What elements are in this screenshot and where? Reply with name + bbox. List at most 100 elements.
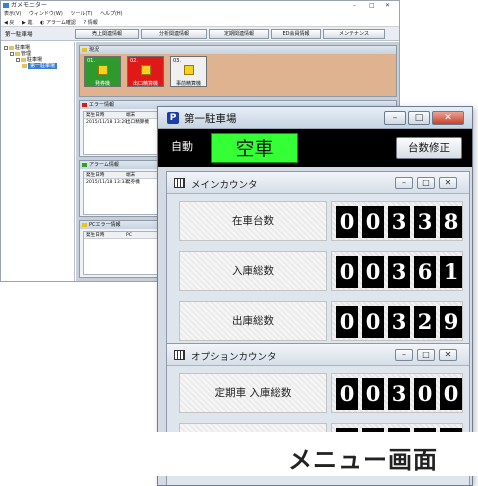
panel-title: オプションカウンタ [191,352,277,363]
digit: 3 [388,306,410,338]
count-fix-button[interactable]: 台数修正 [396,137,462,159]
minimize-button[interactable]: – [395,349,413,361]
device-tile-exit-machine[interactable]: 02. 出口精算機 [127,56,164,87]
error-table: 発生日時 端末 2015/11/18 13:29 出口精算機 [83,111,163,155]
digit: 0 [362,256,384,288]
nav-toolbar: ◀ 戻 ▶ 進 ◐ アラーム確認 ? 情報 [1,19,399,27]
digit: 0 [336,306,358,338]
digit: 0 [440,378,462,410]
panel-title: メインカウンタ [191,180,258,191]
menu-help[interactable]: ヘルプ(H) [100,11,123,17]
alarm-confirm-button[interactable]: ◐ アラーム確認 [40,20,76,26]
counter-label: 出庫総数 [179,301,327,341]
folder-icon [15,51,20,56]
maximize-button[interactable]: □ [408,111,430,125]
tab-analysis[interactable]: 分析関連情報 [141,29,207,39]
maximize-icon[interactable]: □ [369,1,375,10]
device-tile-prepay-machine[interactable]: 03. 事前精算機 [170,56,207,87]
close-button[interactable]: ✕ [439,349,457,361]
collapse-icon[interactable] [10,51,14,56]
minimize-button[interactable]: – [384,111,406,125]
minimize-icon[interactable]: – [353,1,356,10]
counter-row: 入庫総数 0 0 3 6 1 [179,248,463,294]
counter-row: 在車台数 0 0 3 3 8 [179,198,463,244]
tab-maintenance[interactable]: メンテナンス [323,29,385,39]
digit: 0 [362,306,384,338]
digit: 3 [414,206,436,238]
forward-button[interactable]: ▶ 進 [22,20,32,26]
app-icon [3,3,9,8]
current-location-label: 第一駐車場 [5,32,33,38]
maximize-button[interactable]: □ [417,177,435,189]
menu-window[interactable]: ウィンドウ(W) [29,11,63,17]
parking-icon [22,63,27,68]
counter-digits: 0 0 3 3 8 [331,201,463,241]
maximize-button[interactable]: □ [417,349,435,361]
alarm-table: 発生日時 端末 2015/11/18 13:33 発券機 [83,171,163,215]
counter-digits: 0 0 3 0 0 [331,373,463,413]
digit: 6 [414,256,436,288]
minimize-button[interactable]: – [395,177,413,189]
panel-titlebar: 現況 [80,46,396,54]
app-title: ガメモニター [11,2,48,9]
parking-detail-window: P 第一駐車場 – □ ✕ 自動 空車 台数修正 メインカウンタ – □ ✕ 在… [157,106,473,486]
tree-item-first-lot[interactable]: 第一駐車場 [22,63,58,69]
status-bar: 自動 空車 台数修正 [158,129,472,167]
prepay-machine-icon [184,65,194,75]
folder-icon [9,45,14,50]
main-counter-panel: メインカウンタ – □ ✕ 在車台数 0 0 3 3 8 入庫総数 0 0 3 … [166,171,470,347]
digit: 3 [388,256,410,288]
close-button[interactable]: ✕ [432,111,464,125]
function-tabs-bar: 第一駐車場 売上関連情報 分析関連情報 定期関連情報 ED会員情報 メンテナンス [1,27,399,41]
background-titlebar: ガメモニター – □ ✕ [1,1,399,10]
digit: 1 [440,256,462,288]
tab-sales[interactable]: 売上関連情報 [75,29,139,39]
digit: 3 [388,378,410,410]
digit: 0 [336,378,358,410]
navigation-tree: 駐車場 管理 駐車場 第一駐車場 [1,42,75,281]
info-button[interactable]: ? 情報 [83,20,97,26]
mode-label: 自動 [171,140,193,153]
menu-view[interactable]: 表示(V) [4,11,21,17]
digit: 0 [336,256,358,288]
digit: 0 [414,378,436,410]
digit: 0 [336,206,358,238]
parking-icon: P [167,112,179,124]
counter-row: 定期車 入庫総数 0 0 3 0 0 [179,370,463,416]
digit: 3 [388,206,410,238]
close-icon[interactable]: ✕ [385,1,390,10]
close-button[interactable]: ✕ [439,177,457,189]
collapse-icon[interactable] [16,57,20,62]
table-row[interactable]: 2015/11/18 13:29 出口精算機 [84,119,162,126]
counter-icon [174,350,185,360]
counter-label: 定期車 入庫総数 [179,373,327,413]
menu-bar: 表示(V) ウィンドウ(W) ツール(T) ヘルプ(H) [1,10,399,19]
panel-titlebar: メインカウンタ – □ ✕ [167,172,469,194]
digit: 0 [362,378,384,410]
counter-row: 出庫総数 0 0 3 2 9 [179,298,463,344]
digit: 9 [440,306,462,338]
tab-member[interactable]: ED会員情報 [271,29,321,39]
back-button[interactable]: ◀ 戻 [4,20,14,26]
tab-season-pass[interactable]: 定期関連情報 [209,29,269,39]
status-icon [82,48,87,52]
pc-icon [82,223,87,227]
panel-titlebar: オプションカウンタ – □ ✕ [167,344,469,366]
counter-digits: 0 0 3 2 9 [331,301,463,341]
table-row[interactable]: 2015/11/18 13:33 発券機 [84,179,162,186]
digit: 8 [440,206,462,238]
counter-icon [174,178,185,188]
counter-label: 入庫総数 [179,251,327,291]
collapse-icon[interactable] [4,45,8,50]
exit-machine-icon [141,65,151,75]
vacancy-status: 空車 [211,133,298,163]
window-titlebar: P 第一駐車場 – □ ✕ [158,107,472,129]
folder-icon [21,57,26,62]
counter-label: 在車台数 [179,201,327,241]
window-title: 第一駐車場 [184,113,237,125]
caption-text: メニュー画面 [288,446,438,474]
ticket-machine-icon [98,65,108,75]
device-tile-ticket-machine[interactable]: 01. 発券機 [84,56,121,87]
counter-digits: 0 0 3 6 1 [331,251,463,291]
menu-tools[interactable]: ツール(T) [70,11,92,17]
